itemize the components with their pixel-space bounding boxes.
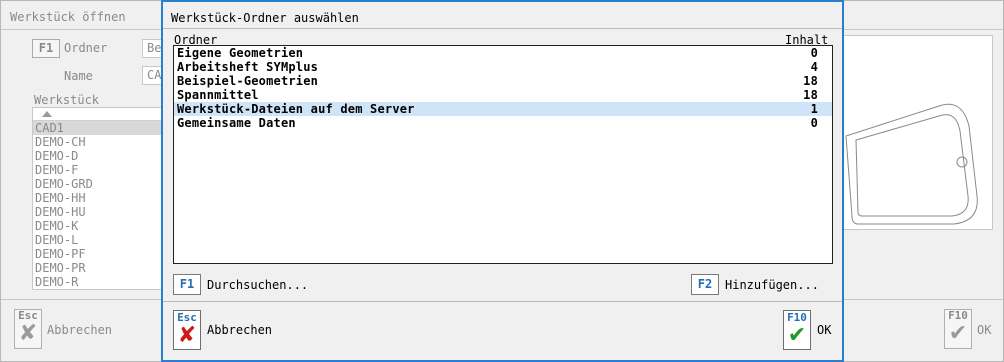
list-item[interactable]: DEMO-K xyxy=(33,219,161,233)
folder-content-count: 18 xyxy=(803,88,818,102)
red-x-icon: ✘ xyxy=(177,323,197,348)
name-label: Name xyxy=(64,69,93,83)
folder-content-count: 1 xyxy=(810,102,818,116)
list-item[interactable]: DEMO-HU xyxy=(33,205,161,219)
add-label: Hinzufügen... xyxy=(725,277,819,292)
folder-row[interactable]: Beispiel-Geometrien 18 xyxy=(174,74,832,88)
list-item[interactable]: DEMO-PR xyxy=(33,261,161,275)
list-item[interactable]: DEMO-PF xyxy=(33,247,161,261)
folder-list[interactable]: Eigene Geometrien 0 Arbeitsheft SYMplus 4 Be… xyxy=(173,45,833,264)
add-button[interactable]: F2 Hinzufügen... xyxy=(691,274,819,295)
list-item[interactable]: DEMO-L xyxy=(33,233,161,247)
browse-button[interactable]: F1 Durchsuchen... xyxy=(173,274,308,295)
cancel-button[interactable]: Esc ✘ Abbrechen xyxy=(173,310,272,350)
folder-label: Ordner xyxy=(64,41,108,55)
folder-name: Arbeitsheft SYMplus xyxy=(177,60,319,74)
cancel-label: Abbrechen xyxy=(207,323,273,337)
folder-row[interactable]: Arbeitsheft SYMplus 4 xyxy=(174,60,832,74)
list-item[interactable]: CAD1 xyxy=(33,121,161,135)
bg-ok-button[interactable]: F10 ✔ xyxy=(944,309,972,349)
divider xyxy=(163,301,842,302)
scroll-up-arrow-icon[interactable] xyxy=(33,108,161,121)
folder-content-count: 0 xyxy=(810,46,818,60)
folder-name: Werkstück-Dateien auf dem Server xyxy=(177,102,415,116)
folder-name: Eigene Geometrien xyxy=(177,46,304,60)
list-item[interactable]: DEMO-R xyxy=(33,275,161,289)
f2-key: F2 xyxy=(691,274,719,295)
folder-row[interactable]: Eigene Geometrien 0 xyxy=(174,46,832,60)
folder-name: Gemeinsame Daten xyxy=(177,116,296,130)
workpiece-outline-drawing xyxy=(845,103,978,225)
folder-content-count: 0 xyxy=(810,116,818,130)
list-item[interactable]: DEMO-GRD xyxy=(33,177,161,191)
workpiece-list-header: Werkstück xyxy=(34,93,100,107)
browse-label: Durchsuchen... xyxy=(207,277,309,292)
folder-name: Beispiel-Geometrien xyxy=(177,74,319,88)
cancel-key-box: Esc ✘ xyxy=(173,310,201,350)
list-item[interactable]: DEMO-HH xyxy=(33,191,161,205)
folder-name: Spannmittel xyxy=(177,88,259,102)
ok-button[interactable]: F10 ✔ OK xyxy=(783,310,831,350)
workpiece-list[interactable]: CAD1 DEMO-CH DEMO-D DEMO-F DEMO-GRD DEMO-HH DE… xyxy=(32,107,162,290)
ok-label: OK xyxy=(817,323,832,337)
bg-ok-label: OK xyxy=(977,323,992,337)
ok-key-box: F10 ✔ xyxy=(783,310,811,350)
folder-f1-key[interactable]: F1 xyxy=(32,39,60,58)
workpiece-preview xyxy=(843,35,993,230)
f1-key: F1 xyxy=(173,274,201,295)
folder-row[interactable]: Spannmittel 18 xyxy=(174,88,832,102)
folder-select-dialog: Werkstück-Ordner auswählen Ordner Inhalt… xyxy=(161,0,844,362)
folder-row[interactable]: Gemeinsame Daten 0 xyxy=(174,116,832,130)
window-title: Werkstück öffnen xyxy=(10,10,126,24)
list-item[interactable]: DEMO-D xyxy=(33,149,161,163)
dialog-title: Werkstück-Ordner auswählen xyxy=(171,11,359,25)
bg-cancel-label: Abbrechen xyxy=(47,323,113,337)
x-icon: ✘ xyxy=(18,321,38,346)
folder-content-count: 4 xyxy=(810,60,818,74)
list-item[interactable]: DEMO-CH xyxy=(33,135,161,149)
check-icon: ✔ xyxy=(948,321,968,346)
green-check-icon: ✔ xyxy=(787,323,807,348)
list-item[interactable]: DEMO-F xyxy=(33,163,161,177)
bg-cancel-button[interactable]: Esc ✘ xyxy=(14,309,42,349)
divider xyxy=(163,28,842,29)
folder-content-count: 18 xyxy=(803,74,818,88)
folder-row[interactable]: Werkstück-Dateien auf dem Server 1 xyxy=(174,102,832,116)
